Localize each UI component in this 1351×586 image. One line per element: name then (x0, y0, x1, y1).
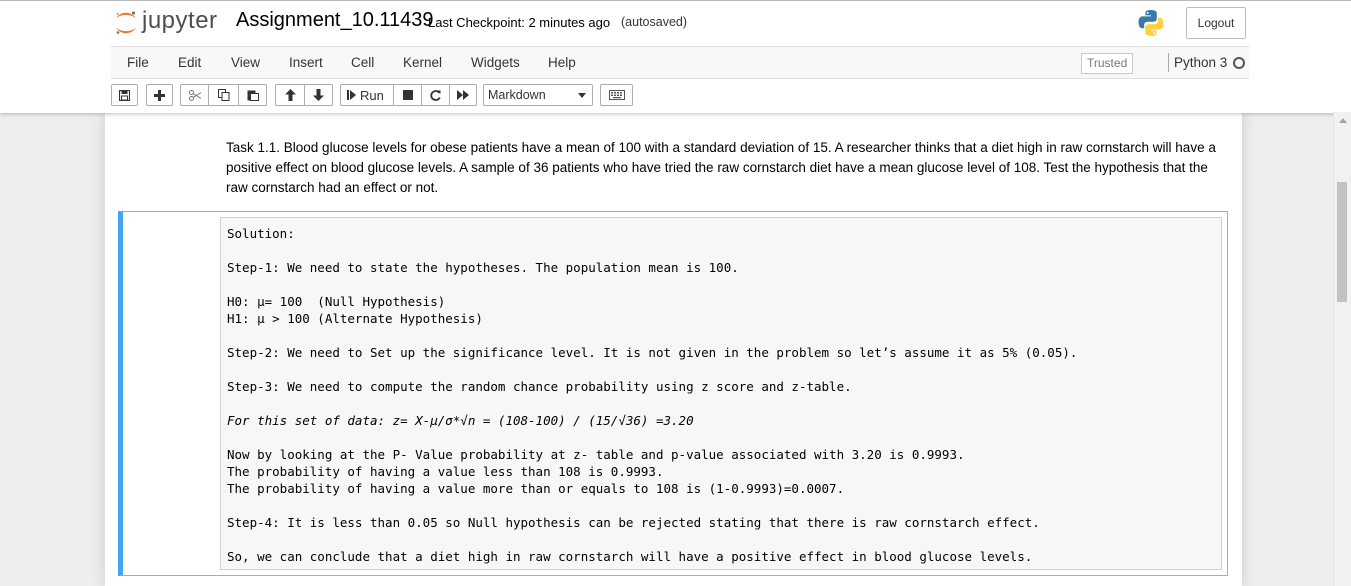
trusted-badge[interactable]: Trusted (1081, 53, 1134, 74)
code-line: Step-2: We need to Set up the significan… (227, 345, 1078, 360)
plus-icon (154, 89, 165, 101)
cut-button[interactable] (180, 84, 208, 106)
step-forward-icon (347, 90, 356, 100)
code-line: So, we can conclude that a diet high in … (227, 549, 1033, 564)
page-scrollbar[interactable] (1333, 112, 1351, 586)
python-logo-icon (1138, 10, 1164, 36)
jupyter-logo[interactable]: jupyter (114, 7, 234, 37)
copy-button[interactable] (208, 84, 238, 106)
jupyter-wordmark: jupyter (142, 7, 218, 34)
insert-cell-button[interactable] (146, 84, 173, 106)
keyboard-icon (608, 90, 625, 100)
menu-widgets[interactable]: Widgets (471, 47, 520, 78)
menu-insert[interactable]: Insert (289, 47, 323, 78)
kernel-idle-indicator-icon (1233, 57, 1245, 69)
scroll-up-icon[interactable] (1339, 118, 1347, 123)
menu-help[interactable]: Help (548, 47, 576, 78)
code-line: The probability of having a value more t… (227, 481, 845, 496)
restart-icon (430, 89, 441, 101)
save-icon (119, 89, 130, 101)
restart-run-all-button[interactable] (449, 84, 477, 106)
logout-button[interactable]: Logout (1186, 7, 1246, 39)
cell-type-select[interactable]: Markdown (483, 84, 593, 106)
menu-cell[interactable]: Cell (351, 47, 374, 78)
stop-icon (402, 90, 413, 100)
last-checkpoint: Last Checkpoint: 2 minutes ago (428, 15, 611, 30)
code-line: Step-1: We need to state the hypotheses.… (227, 260, 739, 275)
paste-icon (247, 90, 259, 101)
interrupt-button[interactable] (393, 84, 421, 106)
move-down-button[interactable] (304, 84, 333, 106)
scroll-thumb[interactable] (1337, 182, 1347, 302)
menu-bar: File Edit View Insert Cell Kernel Widget… (111, 46, 1249, 79)
run-label: Run (360, 87, 384, 103)
markdown-cell-task[interactable]: Task 1.1. Blood glucose levels for obese… (226, 138, 1221, 198)
menu-edit[interactable]: Edit (178, 47, 201, 78)
autosave-status: (autosaved) (621, 15, 688, 29)
chevron-down-icon (578, 93, 586, 98)
scissors-icon (188, 89, 201, 101)
copy-icon (217, 89, 229, 101)
code-line: Step-3: We need to compute the random ch… (227, 379, 852, 394)
move-up-button[interactable] (275, 84, 304, 106)
menu-kernel[interactable]: Kernel (403, 47, 442, 78)
fast-forward-icon (457, 90, 469, 100)
command-palette-button[interactable] (600, 84, 633, 106)
cell-editor[interactable]: Solution: Step-1: We need to state the h… (220, 217, 1222, 570)
code-line: Step-4: It is less than 0.05 so Null hyp… (227, 515, 1040, 530)
save-button[interactable] (111, 84, 138, 106)
arrow-up-icon (284, 89, 296, 101)
code-line: The probability of having a value less t… (227, 464, 664, 479)
cell-type-value: Markdown (488, 88, 546, 102)
code-line: H1: µ > 100 (Alternate Hypothesis) (227, 311, 483, 326)
kernel-name: Python 3 (1174, 55, 1228, 70)
kernel-divider (1168, 53, 1169, 72)
notebook-title[interactable]: Assignment_10.11439 (236, 9, 434, 32)
arrow-down-icon (313, 89, 324, 101)
code-line: H0: µ= 100 (Null Hypothesis) (227, 294, 446, 309)
restart-button[interactable] (421, 84, 449, 106)
code-line: For this set of data: z= X-µ/σ*√n = (108… (227, 413, 694, 428)
notebook-header: jupyter Assignment_10.11439 Last Checkpo… (0, 0, 1351, 113)
jupyter-logo-icon (116, 11, 136, 34)
menu-view[interactable]: View (231, 47, 260, 78)
paste-button[interactable] (238, 84, 267, 106)
menu-file[interactable]: File (127, 47, 149, 78)
code-line: Solution: (227, 226, 295, 241)
code-line: Now by looking at the P- Value probabili… (227, 447, 965, 462)
run-button[interactable]: Run (340, 84, 393, 106)
